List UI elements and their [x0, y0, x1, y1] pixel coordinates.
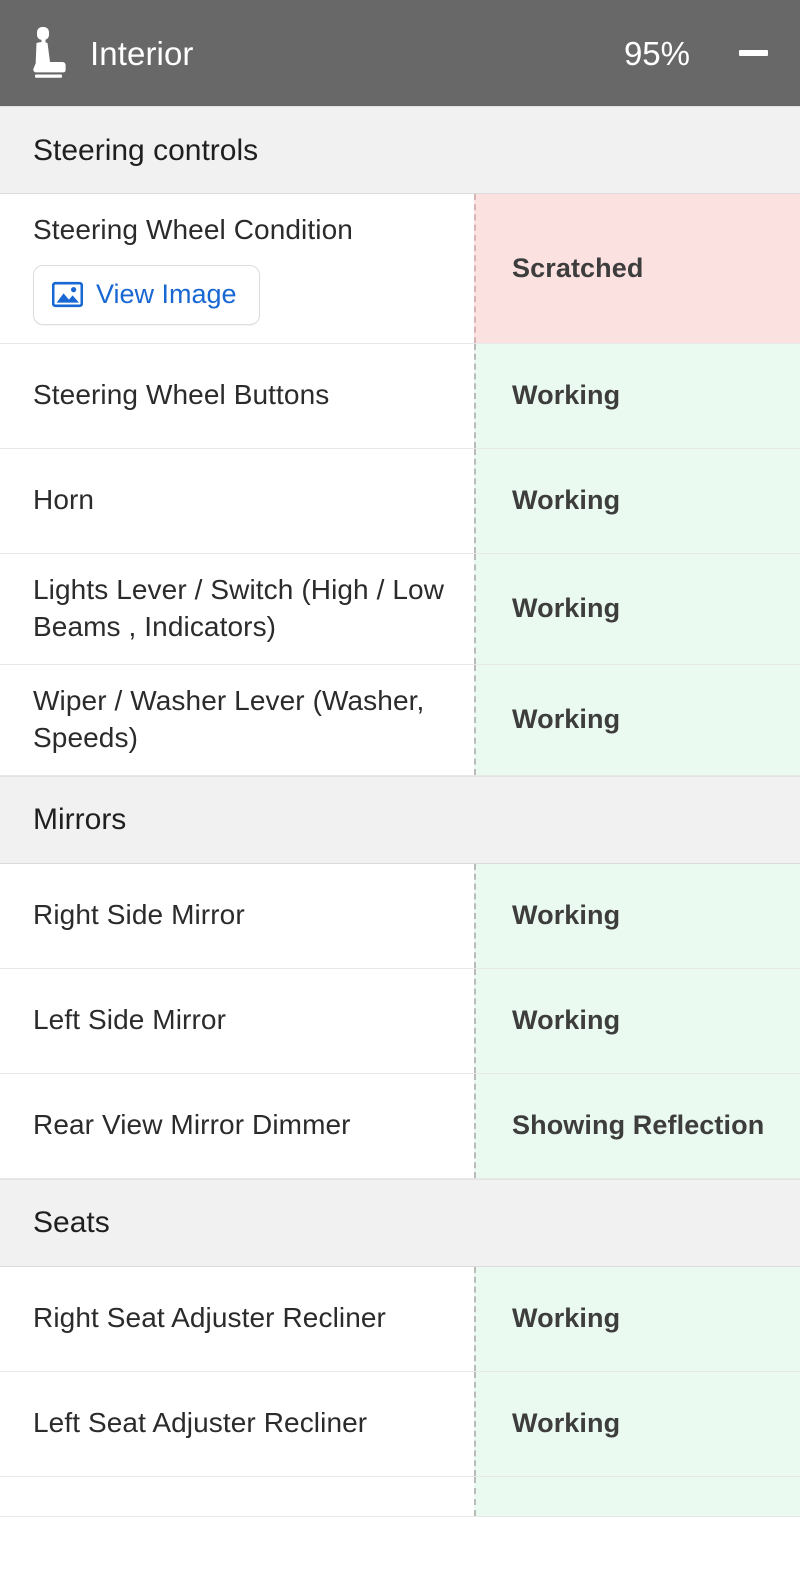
sections-container: Steering controls Steering Wheel Conditio…	[0, 106, 800, 1517]
row-label-cell: Wiper / Washer Lever (Washer, Speeds)	[0, 664, 474, 775]
row-value-cell[interactable]: Working	[474, 664, 800, 775]
row-label-cell	[0, 1476, 474, 1516]
panel-title: Interior	[90, 34, 194, 72]
status-badge: Working	[512, 485, 621, 516]
table-row: Horn Working	[0, 448, 800, 554]
image-icon	[52, 282, 83, 308]
table-row	[0, 1476, 800, 1517]
status-badge: Working	[512, 704, 621, 735]
status-badge: Working	[512, 900, 621, 931]
row-value-cell[interactable]: Working	[474, 343, 800, 448]
view-image-button[interactable]: View Image	[33, 264, 260, 325]
row-value-cell[interactable]: Showing Reflection	[474, 1073, 800, 1178]
table-row: Steering Wheel Buttons Working	[0, 343, 800, 449]
row-label: Rear View Mirror Dimmer	[33, 1109, 351, 1141]
row-label-cell: Left Side Mirror	[0, 968, 474, 1073]
row-value-cell[interactable]: Working	[474, 448, 800, 553]
row-label-cell: Lights Lever / Switch (High / Low Beams …	[0, 553, 474, 664]
row-value-cell[interactable]: Scratched	[474, 194, 800, 343]
row-label: Lights Lever / Switch (High / Low Beams …	[33, 573, 445, 642]
row-label: Horn	[33, 484, 95, 516]
section-title: Steering controls	[33, 133, 259, 167]
row-label: Wiper / Washer Lever (Washer, Speeds)	[33, 684, 425, 753]
row-value-cell[interactable]: Working	[474, 1266, 800, 1371]
row-value-cell[interactable]: Working	[474, 968, 800, 1073]
status-badge: Working	[512, 593, 621, 624]
section-header: Mirrors	[0, 775, 800, 864]
row-label: Left Seat Adjuster Recliner	[33, 1407, 368, 1439]
section-title: Mirrors	[33, 803, 127, 837]
row-label: Right Seat Adjuster Recliner	[33, 1302, 386, 1334]
table-row: Left Side Mirror Working	[0, 968, 800, 1074]
table-row: Left Seat Adjuster Recliner Working	[0, 1371, 800, 1477]
section-header: Steering controls	[0, 106, 800, 194]
table-row: Lights Lever / Switch (High / Low Beams …	[0, 553, 800, 665]
status-badge: Scratched	[512, 252, 644, 283]
table-row: Right Side Mirror Working	[0, 863, 800, 969]
view-image-button-label: View Image	[96, 279, 237, 310]
row-label-cell: Right Side Mirror	[0, 863, 474, 968]
row-label-cell: Rear View Mirror Dimmer	[0, 1073, 474, 1178]
minus-icon[interactable]	[736, 36, 770, 70]
row-label: Right Side Mirror	[33, 899, 245, 931]
panel-header[interactable]: Interior 95%	[0, 0, 800, 106]
table-row: Rear View Mirror Dimmer Showing Reflectio…	[0, 1073, 800, 1179]
status-badge: Working	[512, 380, 621, 411]
row-value-cell[interactable]	[474, 1476, 800, 1516]
row-label-cell: Steering Wheel Condition View Image	[0, 194, 474, 343]
section-header: Seats	[0, 1178, 800, 1267]
section-title: Seats	[33, 1206, 110, 1240]
row-value-cell[interactable]: Working	[474, 1371, 800, 1476]
row-label-cell: Steering Wheel Buttons	[0, 343, 474, 448]
row-label-cell: Left Seat Adjuster Recliner	[0, 1371, 474, 1476]
row-label: Left Side Mirror	[33, 1004, 226, 1036]
completion-percent: 95%	[623, 34, 690, 72]
table-row: Wiper / Washer Lever (Washer, Speeds) Wor…	[0, 664, 800, 776]
row-label-cell: Horn	[0, 448, 474, 553]
interior-inspection-panel: Interior 95% Steering controls Steering W…	[0, 0, 800, 1583]
status-badge: Working	[512, 1408, 621, 1439]
row-value-cell[interactable]: Working	[474, 553, 800, 664]
row-value-cell[interactable]: Working	[474, 863, 800, 968]
car-seat-icon	[33, 27, 66, 78]
row-label: Steering Wheel Condition	[33, 214, 353, 245]
status-badge: Working	[512, 1005, 621, 1036]
row-label-cell: Right Seat Adjuster Recliner	[0, 1266, 474, 1371]
status-badge: Working	[512, 1303, 621, 1334]
table-row: Steering Wheel Condition View Image Scratc…	[0, 194, 800, 344]
status-badge: Showing Reflection	[512, 1110, 765, 1141]
table-row: Right Seat Adjuster Recliner Working	[0, 1266, 800, 1372]
row-label: Steering Wheel Buttons	[33, 379, 330, 411]
